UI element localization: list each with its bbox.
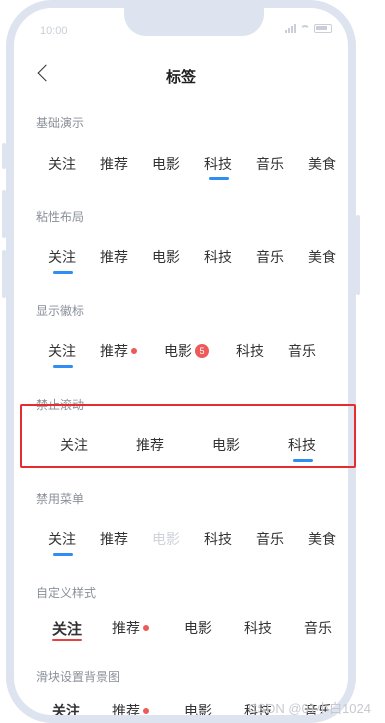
tab-custom-music[interactable]: 音乐 xyxy=(304,618,332,638)
tab-bgimage-follow[interactable]: 关注 xyxy=(52,701,80,715)
section-label-sticky: 粘性布局 xyxy=(36,210,85,224)
tab-custom-tech[interactable]: 科技 xyxy=(244,618,272,638)
phone-notch xyxy=(124,8,264,36)
phone-frame: 10:00 标签 基础演示 关注 推荐 电影 科技 音乐 美食 粘性布局 关注 … xyxy=(6,0,356,723)
count-badge: 5 xyxy=(195,344,209,359)
section-label-badges: 显示徽标 xyxy=(36,304,85,318)
wifi-icon xyxy=(300,24,310,33)
red-dot-badge xyxy=(143,625,149,632)
tab-sticky-music[interactable]: 音乐 xyxy=(256,247,284,267)
tab-badges-tech[interactable]: 科技 xyxy=(236,341,264,361)
active-underline xyxy=(53,365,73,368)
tabs-sticky: 关注 推荐 电影 科技 音乐 美食 xyxy=(30,247,348,277)
tab-disabled-recommend[interactable]: 推荐 xyxy=(100,529,128,549)
tab-basic-follow[interactable]: 关注 xyxy=(48,154,76,174)
tabs-basic: 关注 推荐 电影 科技 音乐 美食 xyxy=(30,154,348,184)
tab-basic-food[interactable]: 美食 xyxy=(308,154,336,174)
active-underline xyxy=(209,177,229,180)
tab-basic-music[interactable]: 音乐 xyxy=(256,154,284,174)
phone-volume-up-button xyxy=(2,190,6,238)
tab-bgimage-movie[interactable]: 电影 xyxy=(184,701,212,715)
tab-disabled-food[interactable]: 美食 xyxy=(308,529,336,549)
section-label-disabled: 禁用菜单 xyxy=(36,492,85,506)
section-label-custom: 自定义样式 xyxy=(36,586,97,600)
tab-sticky-food[interactable]: 美食 xyxy=(308,247,336,267)
tab-badges-movie[interactable]: 电影 5 xyxy=(164,341,209,361)
tabs-custom: 关注 推荐 电影 科技 音乐 xyxy=(30,618,348,648)
phone-volume-down-button xyxy=(2,250,6,298)
tab-badges-music[interactable]: 音乐 xyxy=(288,341,316,361)
tab-bgimage-recommend[interactable]: 推荐 xyxy=(112,701,149,719)
section-label-bgimage: 滑块设置背景图 xyxy=(36,670,121,684)
page-title: 标签 xyxy=(165,69,196,86)
tab-disabled-tech[interactable]: 科技 xyxy=(204,529,232,549)
tab-label: 电影 xyxy=(164,343,192,359)
tab-badges-recommend[interactable]: 推荐 xyxy=(100,341,137,361)
phone-side-button xyxy=(2,143,6,169)
phone-power-button xyxy=(356,215,360,295)
red-dot-badge xyxy=(143,708,149,715)
tab-sticky-follow[interactable]: 关注 xyxy=(48,247,76,267)
tabs-disabled: 关注 推荐 电影 科技 音乐 美食 xyxy=(30,529,348,559)
active-underline xyxy=(53,271,73,274)
highlight-box xyxy=(20,404,356,468)
red-dot-badge xyxy=(131,348,137,355)
tab-sticky-movie[interactable]: 电影 xyxy=(152,247,180,267)
tab-disabled-follow[interactable]: 关注 xyxy=(48,529,76,549)
battery-icon xyxy=(314,24,332,33)
watermark: CSDN @01小白1024 xyxy=(247,701,371,716)
tab-basic-recommend[interactable]: 推荐 xyxy=(100,154,128,174)
status-icons xyxy=(285,24,332,33)
tab-label: 推荐 xyxy=(100,343,128,359)
tab-basic-movie[interactable]: 电影 xyxy=(152,154,180,174)
tab-disabled-movie: 电影 xyxy=(152,531,180,547)
tab-badges-follow[interactable]: 关注 xyxy=(48,341,76,361)
tabs-badges: 关注 推荐 电影 5 科技 音乐 xyxy=(30,341,348,371)
active-underline xyxy=(53,553,73,556)
tab-custom-follow[interactable]: 关注 xyxy=(52,618,82,639)
tab-sticky-tech[interactable]: 科技 xyxy=(204,247,232,267)
status-time: 10:00 xyxy=(40,25,68,37)
active-underline xyxy=(52,639,82,641)
tab-label: 推荐 xyxy=(112,620,140,636)
signal-icon xyxy=(285,24,296,33)
section-label-basic: 基础演示 xyxy=(36,116,85,130)
tab-basic-tech[interactable]: 科技 xyxy=(204,154,232,174)
tab-disabled-music[interactable]: 音乐 xyxy=(256,529,284,549)
tab-custom-recommend[interactable]: 推荐 xyxy=(112,618,149,638)
tab-sticky-recommend[interactable]: 推荐 xyxy=(100,247,128,267)
tab-custom-movie[interactable]: 电影 xyxy=(184,618,212,638)
tab-label: 推荐 xyxy=(112,703,140,719)
